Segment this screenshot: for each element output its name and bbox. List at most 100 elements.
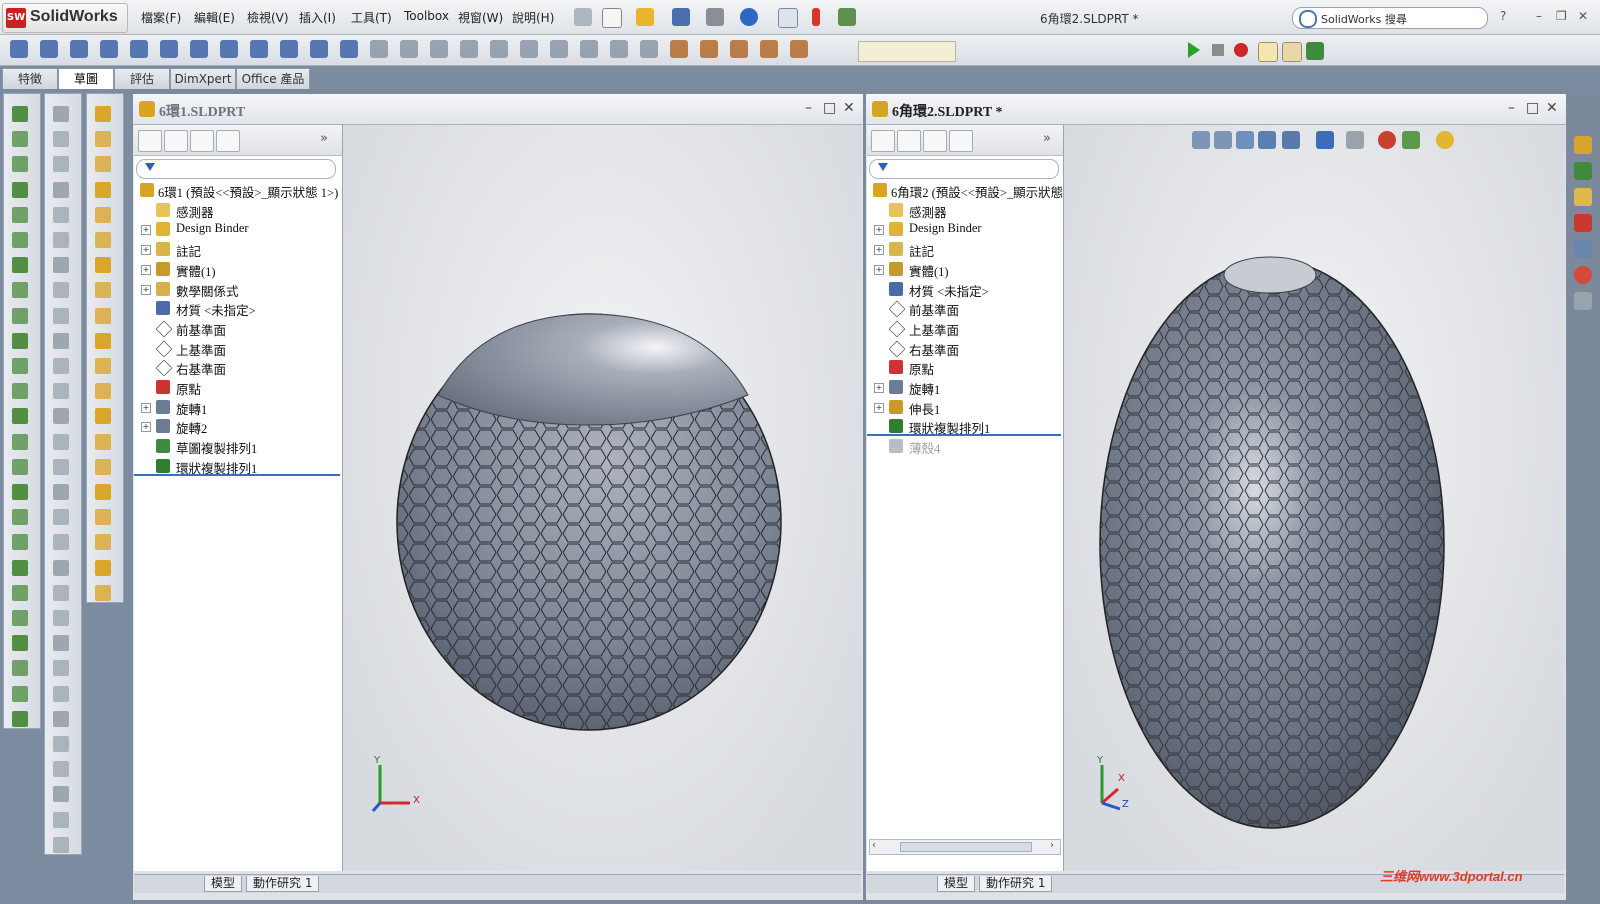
command-tool-icon[interactable] (95, 534, 111, 551)
expand-toggle[interactable]: + (141, 402, 151, 413)
tab-office-products[interactable]: Office 產品 (236, 68, 310, 89)
command-tool-icon[interactable] (12, 559, 28, 576)
point-icon[interactable] (400, 40, 418, 58)
menu-toolbox[interactable]: Toolbox (404, 9, 449, 23)
command-tool-icon[interactable] (53, 811, 69, 828)
configuration-manager-tab[interactable] (923, 130, 947, 152)
3d-sketch-icon[interactable] (760, 40, 778, 58)
command-tool-icon[interactable] (53, 836, 69, 853)
command-tool-icon[interactable] (12, 685, 28, 702)
command-tool-icon[interactable] (53, 131, 69, 148)
command-tool-icon[interactable] (12, 181, 28, 198)
command-tool-icon[interactable] (53, 534, 69, 551)
toolbar-combo[interactable] (858, 41, 956, 62)
window-minimize-icon[interactable]: – (1508, 100, 1515, 116)
record-icon[interactable] (1234, 43, 1248, 57)
tree-item[interactable]: 材質 <未指定> (176, 300, 256, 319)
command-tool-icon[interactable] (12, 534, 28, 551)
menu-view[interactable]: 檢視(V) (247, 9, 289, 26)
command-tool-icon[interactable] (53, 282, 69, 299)
tree-item[interactable]: 註記 (176, 241, 201, 260)
tree-item[interactable]: Design Binder (909, 221, 982, 236)
undo-icon[interactable] (740, 8, 758, 26)
menu-file[interactable]: 檔案(F) (141, 9, 181, 26)
window-maximize-icon[interactable]: □ (1526, 100, 1539, 116)
command-tool-icon[interactable] (53, 509, 69, 526)
command-tool-icon[interactable] (53, 358, 69, 374)
command-tool-icon[interactable] (95, 332, 111, 349)
smart-dimension-icon[interactable] (40, 40, 58, 58)
move-icon[interactable] (580, 40, 598, 58)
tree-item[interactable]: 感測器 (176, 202, 214, 221)
tree-item[interactable]: 右基準面 (176, 359, 226, 378)
window-minimize-icon[interactable]: – (805, 100, 812, 116)
command-tool-icon[interactable] (53, 257, 69, 274)
property-manager-tab[interactable] (897, 130, 921, 152)
command-tool-icon[interactable] (12, 660, 28, 677)
quick-snap-icon[interactable] (670, 40, 688, 58)
print-icon[interactable] (706, 8, 724, 26)
command-tool-icon[interactable] (12, 383, 28, 400)
configuration-manager-tab[interactable] (190, 130, 214, 152)
tree-item[interactable]: 6環1 (預設<<預設>_顯示狀態 1>) (158, 182, 338, 201)
dimxpert-manager-tab[interactable] (949, 130, 973, 152)
mirror-icon[interactable] (520, 40, 538, 58)
tree-item[interactable]: 感測器 (909, 202, 947, 221)
motion-study-tab-left[interactable]: 動作研究 1 (246, 876, 320, 892)
tree-item[interactable]: 數學關係式 (176, 281, 239, 300)
command-tool-icon[interactable] (95, 433, 111, 450)
expand-chevron-icon[interactable]: » (1043, 131, 1051, 146)
command-tool-icon[interactable] (95, 584, 111, 601)
scroll-right-icon[interactable]: › (1050, 840, 1054, 851)
tree-item[interactable]: 前基準面 (909, 300, 959, 319)
expand-toggle[interactable]: + (874, 245, 884, 256)
expand-toggle[interactable]: + (874, 402, 884, 413)
command-tool-icon[interactable] (12, 458, 28, 475)
command-tool-icon[interactable] (53, 685, 69, 702)
tree-item[interactable]: 原點 (909, 359, 934, 378)
motion-study-tab-right[interactable]: 動作研究 1 (979, 876, 1053, 892)
command-tool-icon[interactable] (95, 307, 111, 324)
search-results-icon[interactable] (1574, 214, 1592, 232)
command-tool-icon[interactable] (12, 131, 28, 148)
expand-toggle[interactable]: + (874, 264, 884, 275)
expand-toggle[interactable]: + (141, 284, 151, 295)
window-close-icon[interactable]: ✕ (1546, 100, 1558, 116)
command-tool-icon[interactable] (12, 106, 28, 122)
tree-item[interactable]: 草圖複製排列1 (176, 438, 257, 457)
command-tool-icon[interactable] (12, 156, 28, 173)
command-tool-icon[interactable] (53, 106, 69, 122)
sketch-icon[interactable] (10, 40, 28, 58)
arc-icon[interactable] (190, 40, 208, 58)
spline-icon[interactable] (250, 40, 268, 58)
tree-item[interactable]: 註記 (909, 241, 934, 260)
design-library-icon[interactable] (1574, 162, 1592, 180)
tab-features[interactable]: 特徵 (2, 68, 58, 89)
command-tool-icon[interactable] (95, 458, 111, 475)
search-box[interactable]: SolidWorks 搜尋 (1292, 7, 1488, 29)
property-manager-tab[interactable] (164, 130, 188, 152)
instant3d-icon[interactable] (730, 40, 748, 58)
command-tool-icon[interactable] (53, 584, 69, 601)
rebuild-icon[interactable] (812, 8, 820, 26)
tree-item[interactable]: 右基準面 (909, 340, 959, 359)
window-maximize-icon[interactable]: □ (823, 100, 836, 116)
macro-edit-icon[interactable] (1282, 42, 1302, 62)
menu-help[interactable]: 說明(H) (512, 9, 554, 26)
rectangle-icon[interactable] (100, 40, 118, 58)
offset-icon[interactable] (490, 40, 508, 58)
command-tool-icon[interactable] (95, 131, 111, 148)
trim-icon[interactable] (430, 40, 448, 58)
model-tab-left[interactable]: 模型 (204, 876, 243, 892)
expand-toggle[interactable]: + (141, 225, 151, 236)
command-tool-icon[interactable] (53, 332, 69, 349)
command-tool-icon[interactable] (53, 559, 69, 576)
expand-toggle[interactable]: + (874, 225, 884, 236)
tree-filter[interactable] (136, 159, 336, 179)
command-tool-icon[interactable] (95, 484, 111, 500)
command-tool-icon[interactable] (12, 433, 28, 450)
command-tool-icon[interactable] (12, 282, 28, 299)
command-tool-icon[interactable] (95, 282, 111, 299)
select-cursor-icon[interactable] (778, 8, 798, 28)
command-tool-icon[interactable] (53, 710, 69, 727)
